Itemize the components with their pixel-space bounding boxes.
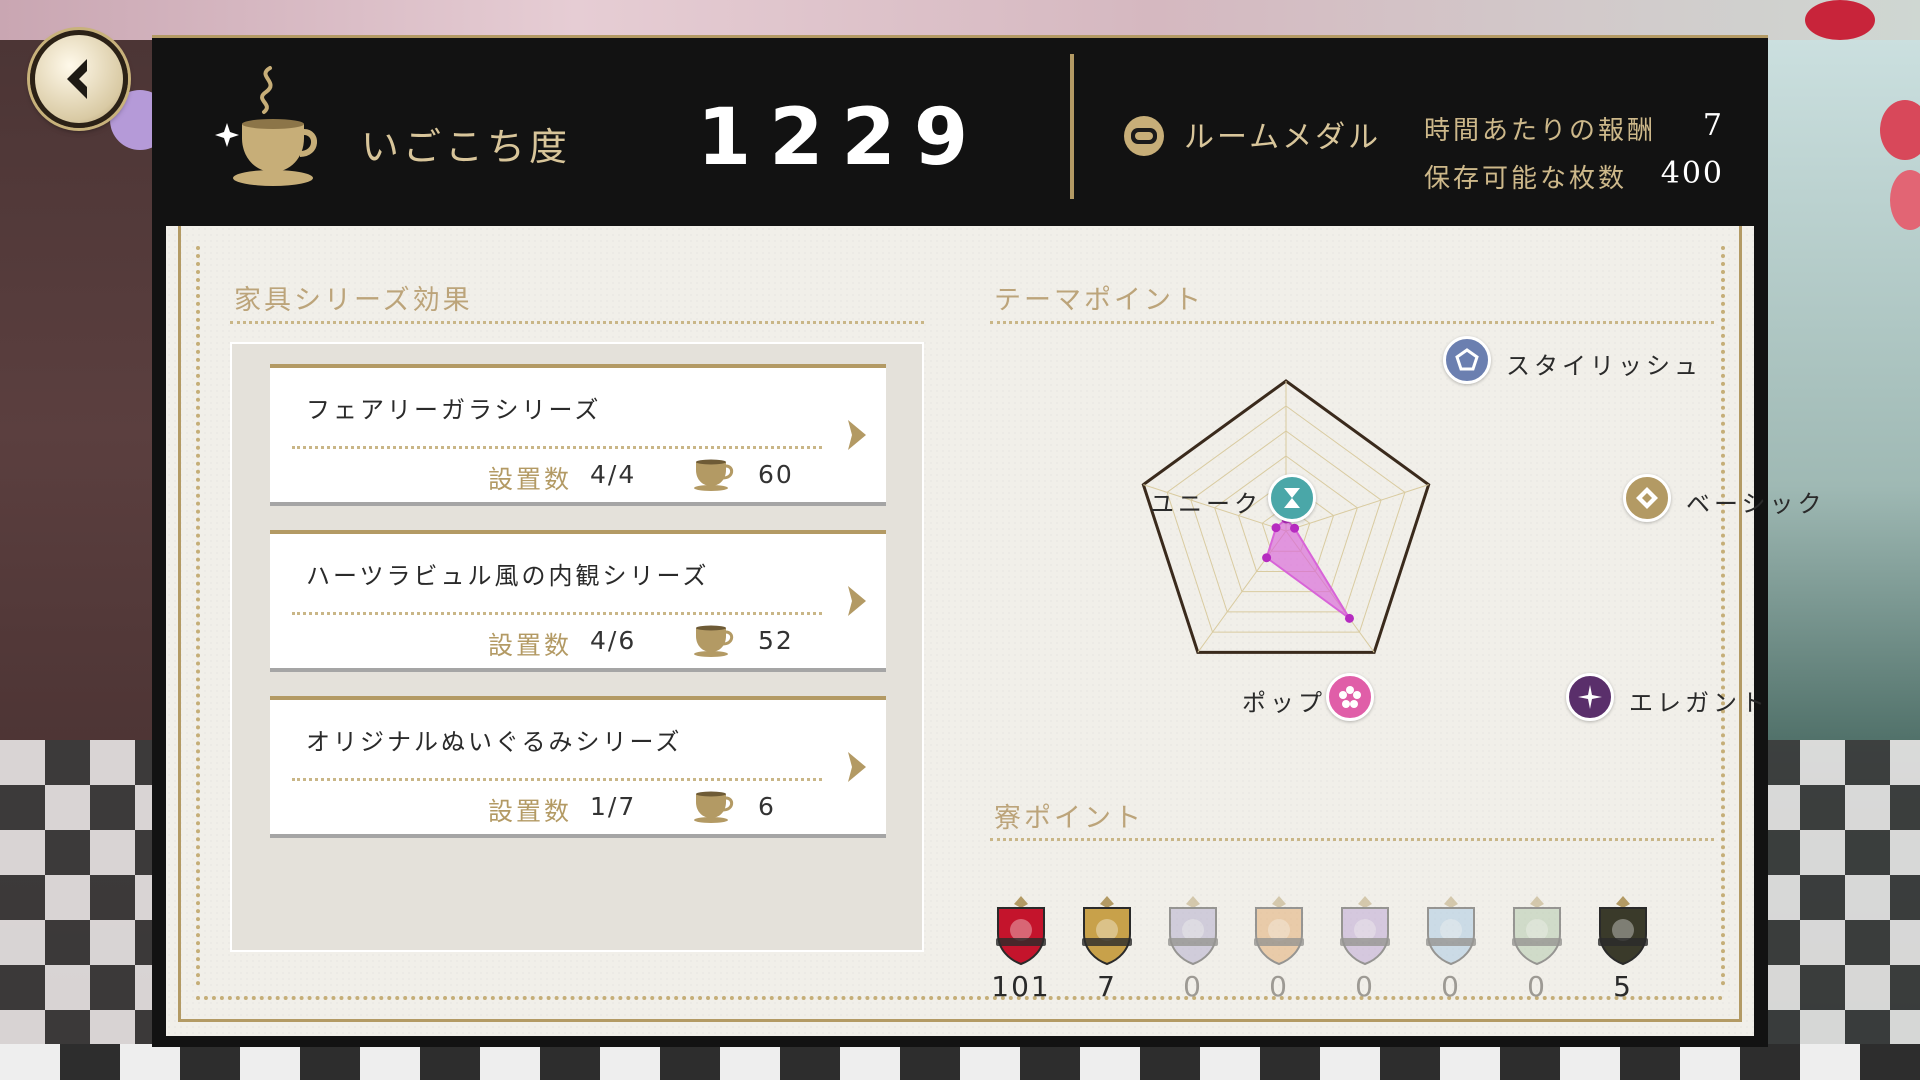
radar-point-unique	[1271, 523, 1281, 533]
series-card[interactable]: ハーツラビュル風の内観シリーズ 設置数 4/6 52	[270, 530, 886, 672]
storable-count-label: 保存可能な枚数	[1424, 164, 1628, 194]
reward-per-hour-value: 7	[1702, 108, 1724, 143]
section-divider	[990, 321, 1714, 324]
placed-count: 1/7	[590, 792, 637, 821]
series-list: フェアリーガラシリーズ 設置数 4/4 60 ハーツラビュル風の内観シリーズ 設…	[230, 342, 924, 952]
series-points: 6	[758, 792, 776, 821]
savanaclaw-crest	[1082, 896, 1132, 966]
details-paper: 家具シリーズ効果 フェアリーガラシリーズ 設置数 4/4 60 ハーツラビュル風…	[166, 226, 1822, 1036]
comfort-value: 1229	[697, 93, 987, 183]
dotted-border	[1721, 246, 1725, 986]
dorm-point-item: 0	[1330, 894, 1400, 1003]
dorm-point-value: 0	[1269, 970, 1289, 1003]
stylish-icon	[1443, 336, 1491, 384]
series-section-title: 家具シリーズ効果	[234, 285, 473, 316]
dorm-point-value: 101	[991, 970, 1051, 1003]
comfort-label: いごこち度	[361, 125, 572, 169]
dotted-border	[196, 246, 200, 986]
dorm-point-value: 0	[1355, 970, 1375, 1003]
dorm-point-value: 5	[1613, 970, 1633, 1003]
dorm-point-item: 5	[1588, 894, 1658, 1003]
series-card[interactable]: オリジナルぬいぐるみシリーズ 設置数 1/7 6	[270, 696, 886, 838]
rose-decoration	[1805, 0, 1875, 40]
section-divider	[990, 838, 1714, 841]
theme-label-basic: ベーシック	[1686, 490, 1826, 518]
basic-icon	[1623, 474, 1671, 522]
ramshackle-crest	[1598, 896, 1648, 966]
top-curtain	[0, 0, 1920, 40]
panel-header: いごこち度 1229 ルームメダル 時間あたりの報酬 7 保存可能な枚数 400	[152, 38, 1768, 223]
header-divider	[1070, 54, 1074, 199]
placed-count-label: 設置数	[488, 465, 573, 494]
dotted-border	[196, 996, 1724, 1000]
dorm-point-value: 0	[1441, 970, 1461, 1003]
cup-icon	[694, 459, 734, 491]
diasomnia-crest	[1512, 896, 1562, 966]
theme-label-elegant: エレガント	[1629, 689, 1769, 717]
placed-count: 4/4	[590, 460, 637, 489]
coffee-cup-icon	[215, 66, 317, 186]
elegant-icon	[1566, 673, 1614, 721]
pop-icon	[1326, 673, 1374, 721]
series-divider	[292, 446, 822, 449]
series-points: 60	[758, 460, 794, 489]
series-name: フェアリーガラシリーズ	[306, 396, 602, 424]
dorm-point-item: 0	[1502, 894, 1572, 1003]
scarabia-crest	[1254, 896, 1304, 966]
theme-label-stylish: スタイリッシュ	[1506, 352, 1702, 380]
room-medal-label: ルームメダル	[1184, 120, 1382, 155]
dorm-point-value: 0	[1183, 970, 1203, 1003]
placed-count-label: 設置数	[488, 631, 573, 660]
series-divider	[292, 612, 822, 615]
section-divider	[230, 321, 924, 324]
series-name: ハーツラビュル風の内観シリーズ	[306, 562, 710, 590]
chevron-left-icon	[67, 59, 87, 99]
series-divider	[292, 778, 822, 781]
dorm-section-title: 寮ポイント	[994, 803, 1144, 834]
dorm-point-item: 0	[1244, 894, 1314, 1003]
dorm-point-item: 101	[986, 894, 1056, 1003]
theme-label-pop: ポップ	[1242, 689, 1326, 717]
radar-point-elegant	[1344, 613, 1354, 623]
unique-icon	[1268, 474, 1316, 522]
series-name: オリジナルぬいぐるみシリーズ	[306, 728, 683, 756]
placed-count-label: 設置数	[488, 797, 573, 826]
ignihyde-crest	[1426, 896, 1476, 966]
pomefiore-crest	[1340, 896, 1390, 966]
series-card[interactable]: フェアリーガラシリーズ 設置数 4/4 60	[270, 364, 886, 506]
storable-count-value: 400	[1660, 156, 1724, 191]
cup-icon	[694, 625, 734, 657]
series-points: 52	[758, 626, 794, 655]
reward-per-hour-label: 時間あたりの報酬	[1424, 116, 1657, 146]
octavinelle-crest	[1168, 896, 1218, 966]
storable-count-row: 保存可能な枚数 400	[1424, 156, 1724, 198]
theme-section-title: テーマポイント	[994, 285, 1204, 316]
dorm-point-item: 7	[1072, 894, 1142, 1003]
dorm-point-item: 0	[1158, 894, 1228, 1003]
placed-count: 4/6	[590, 626, 637, 655]
back-button[interactable]	[30, 30, 128, 128]
dorm-point-value: 7	[1097, 970, 1117, 1003]
room-info-panel: いごこち度 1229 ルームメダル 時間あたりの報酬 7 保存可能な枚数 400…	[152, 35, 1822, 1047]
dorm-point-item: 0	[1416, 894, 1486, 1003]
cup-icon	[694, 791, 734, 823]
dorm-point-value: 0	[1527, 970, 1547, 1003]
radar-point-pop	[1262, 553, 1272, 563]
theme-label-unique: ユニーク	[1150, 490, 1262, 518]
floor-edge	[0, 1044, 1920, 1080]
reward-per-hour-row: 時間あたりの報酬 7	[1424, 108, 1724, 150]
radar-point-basic	[1290, 523, 1300, 533]
chevron-right-icon	[848, 586, 866, 616]
room-medal-icon	[1124, 116, 1164, 156]
chevron-right-icon	[848, 752, 866, 782]
heartslabyul-crest	[996, 896, 1046, 966]
chevron-right-icon	[848, 420, 866, 450]
